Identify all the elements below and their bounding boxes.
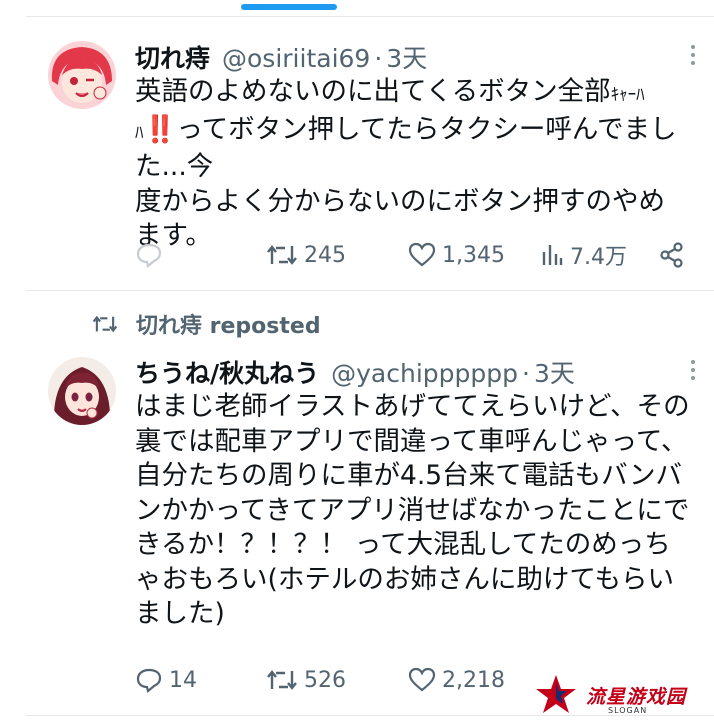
repost-button[interactable]: 526 — [266, 667, 408, 693]
timestamp[interactable]: 3天 — [386, 39, 427, 75]
tweet[interactable]: ちうね/秋丸ねう @yachipppppp · 3天 はまじ老師イラストあげてて… — [0, 340, 714, 710]
tweet-actions: 245 1,345 7.4万 — [135, 240, 686, 270]
repost-indicator[interactable]: 切れ痔 reposted — [92, 308, 321, 340]
view-count: 7.4万 — [570, 245, 627, 270]
avatar[interactable] — [48, 357, 116, 425]
tweet-content: ちうね/秋丸ねう @yachipppppp · 3天 はまじ老師イラストあげてて… — [135, 354, 690, 632]
tab-indicator — [241, 4, 337, 10]
user-handle[interactable]: @yachipppppp — [331, 359, 518, 388]
repost-count: 245 — [304, 242, 346, 268]
tweet-content: 切れ痔 @osiriitai69 · 3天 英語のよめないのに出てくるボタン全部… — [135, 39, 684, 254]
like-button[interactable]: 2,218 — [408, 667, 540, 693]
repost-icon — [92, 315, 118, 333]
reply-icon — [136, 668, 162, 693]
more-icon[interactable] — [690, 45, 696, 65]
reply-count: 14 — [169, 667, 197, 693]
repost-icon — [267, 245, 297, 265]
tweet[interactable]: 切れ痔 @osiriitai69 · 3天 英語のよめないのに出てくるボタン全部… — [0, 17, 714, 289]
user-handle[interactable]: @osiriitai69 — [222, 44, 370, 73]
share-button[interactable] — [658, 241, 686, 269]
like-icon — [408, 667, 436, 692]
views-icon — [542, 245, 563, 265]
tweet-text: 英語のよめないのに出てくるボタン全部ｷｬｰﾊ ﾊ‼️ってボタン押してたらタクシー呼… — [135, 76, 677, 251]
tweet-header: ちうね/秋丸ねう @yachipppppp · 3天 — [135, 354, 684, 388]
like-count: 1,345 — [442, 242, 505, 268]
separator-dot: · — [374, 44, 383, 73]
star-logo-icon — [536, 675, 576, 713]
watermark: 流星游戏园 SLOGAN — [532, 668, 714, 722]
timestamp[interactable]: 3天 — [534, 354, 575, 390]
repost-icon — [267, 670, 297, 690]
like-count: 2,218 — [442, 667, 505, 693]
reply-icon — [136, 243, 162, 268]
like-icon — [408, 242, 436, 267]
more-icon[interactable] — [690, 360, 696, 380]
watermark-text: 流星游戏园 — [586, 685, 687, 708]
separator-dot: · — [522, 359, 530, 388]
watermark-sub: SLOGAN — [608, 706, 648, 715]
repost-count: 526 — [304, 667, 346, 693]
reply-button[interactable]: 14 — [135, 667, 266, 693]
avatar[interactable] — [48, 41, 116, 109]
repost-button[interactable]: 245 — [266, 242, 408, 268]
display-name[interactable]: 切れ痔 — [135, 39, 210, 75]
tweet-header: 切れ痔 @osiriitai69 · 3天 — [135, 39, 684, 73]
tweet-text: はまじ老師イラストあげててえらいけど、その裏では配車アプリで間違って車呼んじゃっ… — [135, 391, 690, 629]
divider — [26, 290, 714, 291]
like-button[interactable]: 1,345 — [408, 242, 540, 268]
repost-label: 切れ痔 reposted — [136, 314, 321, 339]
views-button[interactable]: 7.4万 — [540, 239, 658, 271]
reply-button[interactable] — [135, 242, 266, 268]
display-name[interactable]: ちうね/秋丸ねう — [135, 354, 319, 390]
share-icon — [660, 242, 683, 268]
